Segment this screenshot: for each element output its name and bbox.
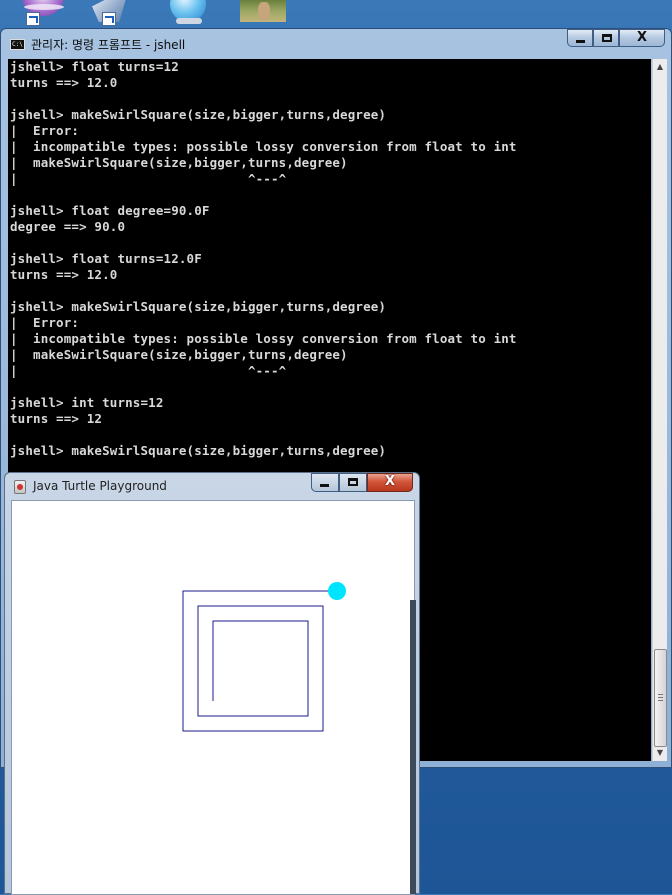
console-line: turns ==> 12.0 [10,267,118,282]
grip-icon [658,694,663,702]
console-line: jshell> int turns=12 [10,395,164,410]
cmd-maximize-button[interactable] [593,29,619,47]
cmd-title-bar[interactable]: C:\ 관리자: 명령 프롬프트 - jshell X [1,29,671,59]
maximize-icon [602,34,612,42]
console-line: jshell> float turns=12.0F [10,251,202,266]
console-line: | ^---^ [10,363,287,378]
close-icon: X [636,30,648,45]
console-line: jshell> float degree=90.0F [10,203,210,218]
shortcut-arrow-icon [102,12,116,26]
turtle-maximize-button[interactable] [339,473,367,492]
shortcut-arrow-icon [26,12,40,26]
turtle-icon [328,582,346,600]
minimize-icon [320,484,329,487]
window-shadow-edge [410,600,416,894]
console-line: | Error: [10,315,80,330]
console-line: | makeSwirlSquare(size,bigger,turns,degr… [10,347,348,362]
console-line: jshell> makeSwirlSquare(size,bigger,turn… [10,107,387,122]
turtle-drawing [182,582,346,732]
desktop-photo-icon[interactable] [240,0,286,24]
turtle-window-title: Java Turtle Playground [33,479,167,493]
turtle-close-button[interactable]: X [367,473,413,492]
console-line: degree ==> 90.0 [10,219,126,234]
cmd-window-title: 관리자: 명령 프롬프트 - jshell [31,38,186,52]
maximize-icon [348,478,358,486]
console-line: jshell> makeSwirlSquare(size,bigger,turn… [10,299,387,314]
cmd-window-controls: X [567,29,665,47]
close-icon: X [384,474,396,489]
java-icon [14,480,26,494]
swirl-square-path [182,590,338,732]
console-line: | incompatible types: possible lossy con… [10,139,517,154]
turtle-canvas[interactable] [11,500,415,895]
console-line: | incompatible types: possible lossy con… [10,331,517,346]
console-line: | makeSwirlSquare(size,bigger,turns,degr… [10,155,348,170]
console-scrollbar[interactable]: ▲ ▼ [652,59,667,761]
console-line: turns ==> 12 [10,411,103,426]
console-line: turns ==> 12.0 [10,75,118,90]
scrollbar-thumb[interactable] [654,649,667,747]
turtle-window-controls: X [311,473,413,492]
console-line: jshell> makeSwirlSquare(size,bigger,turn… [10,443,387,458]
turtle-playground-window[interactable]: Java Turtle Playground X [4,472,420,895]
turtle-minimize-button[interactable] [311,473,339,492]
scroll-down-icon[interactable]: ▼ [653,745,667,761]
console-line: | Error: [10,123,80,138]
desktop-globe-icon[interactable] [170,0,208,24]
desktop-app-icon[interactable] [14,0,64,26]
desktop-shortcut-icon[interactable] [90,0,130,26]
turtle-title-bar[interactable]: Java Turtle Playground X [5,473,419,501]
cmd-minimize-button[interactable] [567,29,593,47]
scroll-up-icon[interactable]: ▲ [653,59,667,75]
cmd-close-button[interactable]: X [619,29,665,47]
console-line: jshell> float turns=12 [10,59,179,74]
cmd-app-icon: C:\ [10,39,25,50]
console-line: | ^---^ [10,171,287,186]
minimize-icon [576,40,585,43]
